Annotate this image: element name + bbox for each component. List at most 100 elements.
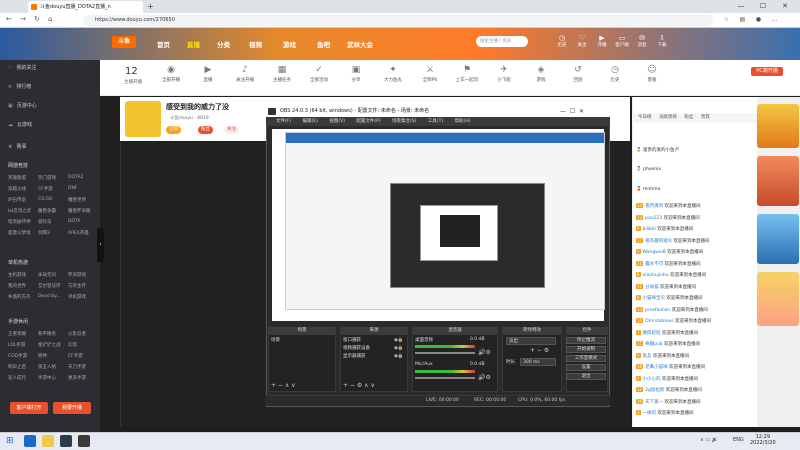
sidebar-item-rank[interactable]: ≡ 排行榜 xyxy=(8,83,31,90)
history-icon[interactable]: ◷ 历史 xyxy=(553,34,571,48)
volume-slider[interactable] xyxy=(415,377,475,379)
chat-username[interactable]: 小猫咪宝贝 xyxy=(643,296,666,301)
sidebar-category-link[interactable]: LOL手游 xyxy=(8,342,25,348)
chat-username[interactable]: 夜月清风 xyxy=(645,204,663,209)
sidebar-category-link[interactable]: 火影忍者 xyxy=(68,331,86,337)
menu-icon[interactable]: … xyxy=(770,16,779,25)
url-input[interactable]: https://www.douyu.com/270650 xyxy=(83,15,713,26)
category-item[interactable]: ▶ 直播 xyxy=(192,63,224,83)
browser-tab[interactable]: 斗鱼douyu直播_DOTA2直播_n xyxy=(28,1,143,13)
nav-category[interactable]: 分类 xyxy=(217,39,230,49)
sidebar-category-link[interactable]: 金铲铲之战 xyxy=(38,342,61,348)
chat-username[interactable]: bilibili xyxy=(643,227,656,232)
sidebar-category-link[interactable]: 怀旧游戏 xyxy=(68,272,86,278)
category-item[interactable]: ✓ 全部活动 xyxy=(303,63,335,83)
category-item[interactable]: ↺ 回放 xyxy=(562,63,594,83)
scene-controls[interactable]: + − ∧ ∨ xyxy=(271,382,296,389)
chat-username[interactable]: xiaohujinhu xyxy=(643,273,669,278)
sidebar-category-link[interactable]: 魔兽怀旧服 xyxy=(68,208,91,214)
obs-taskbar-icon[interactable] xyxy=(60,435,72,447)
chat-username[interactable]: 分局猫 xyxy=(645,285,659,290)
subscribe-badge[interactable]: 订阅 xyxy=(166,126,181,134)
sidebar-item-webgame[interactable]: ▣ 页游中心 xyxy=(8,102,37,109)
nav-video[interactable]: 视频 xyxy=(249,39,262,49)
ad-banner[interactable] xyxy=(757,214,799,264)
speaker-icon[interactable]: 🔊⚙ xyxy=(478,349,491,356)
tab-today-rank[interactable]: 今日榜 xyxy=(638,115,652,120)
nav-games[interactable]: 游戏 xyxy=(283,39,296,49)
source-controls[interactable]: + − ⚙ ∧ ∨ xyxy=(343,382,375,389)
sidebar-category-link[interactable]: COD手游 xyxy=(8,353,27,359)
category-item[interactable]: ▣ 分享 xyxy=(340,63,372,83)
start-live-button[interactable]: 我要开播 xyxy=(53,402,91,414)
obs-menu-scenes[interactable]: 场景集合(S) xyxy=(392,119,416,124)
category-item[interactable]: ♪ 关注开播 xyxy=(229,63,261,83)
chat-username[interactable]: 一样的 xyxy=(643,411,657,416)
category-item[interactable]: ⚔ 全网PK xyxy=(414,63,446,83)
transition-controls[interactable]: + − ⚙ xyxy=(530,347,549,354)
start-recording-button[interactable]: 开始录制 xyxy=(566,346,606,353)
chat-username[interactable]: 很有趣的观众 xyxy=(645,239,672,244)
source-visibility-icons[interactable]: ◉🔒 ◉🔒 ◉🔒 xyxy=(394,337,404,361)
follow-badge[interactable]: 关注 xyxy=(224,126,239,134)
pc-live-button[interactable]: PC端开播 xyxy=(751,67,783,76)
scene-item[interactable]: 场景 xyxy=(271,337,280,343)
sidebar-category-link[interactable]: 炉石传说 xyxy=(8,197,26,203)
maximize-button[interactable]: ☐ xyxy=(752,0,774,13)
favorites-icon[interactable]: ☆ xyxy=(722,16,731,25)
chat-username[interactable]: 奇趣pub xyxy=(645,342,663,347)
chat-username[interactable]: pan123 xyxy=(645,216,662,221)
search-input[interactable]: 搜索主播 / 房间 xyxy=(476,36,528,47)
source-item[interactable]: 窗口捕获 xyxy=(343,337,361,343)
explorer-icon[interactable] xyxy=(42,435,54,447)
sidebar-category-link[interactable]: lol云顶之弈 xyxy=(8,208,31,214)
nav-live[interactable]: 直播 xyxy=(187,39,200,49)
ad-banner[interactable] xyxy=(757,104,799,148)
obs-menu-profile[interactable]: 配置文件(P) xyxy=(356,119,380,124)
sidebar-category-link[interactable]: 单机游戏 xyxy=(68,294,86,300)
sidebar-collapse-handle[interactable]: ‹ xyxy=(97,228,104,262)
sidebar-category-link[interactable]: APEX英雄 xyxy=(68,230,89,236)
client-icon[interactable]: ▭ 客户端 xyxy=(613,34,631,48)
obs-menu-help[interactable]: 帮助(H) xyxy=(455,119,471,124)
chat-username[interactable]: 2g加拉斯 xyxy=(645,388,664,393)
sidebar-item-follow[interactable]: ♡ 我的关注 xyxy=(8,64,37,71)
sidebar-item-cloudgame[interactable]: ☁ 云游戏 xyxy=(8,121,32,128)
profile-icon[interactable]: ● xyxy=(754,16,763,25)
taskbar-clock[interactable]: 12:29 2022/3/20 xyxy=(750,434,776,446)
sidebar-category-link[interactable]: 穿越火线 xyxy=(8,186,26,192)
sidebar-category-link[interactable]: 主机游戏 xyxy=(8,272,26,278)
sidebar-item-esports[interactable]: ♛ 赛事 xyxy=(8,143,27,150)
chat-username[interactable]: 微风轻轻 xyxy=(643,331,661,336)
client-open-button[interactable]: 客户端打开 xyxy=(10,402,48,414)
ad-banner[interactable] xyxy=(757,272,799,326)
stop-stream-button[interactable]: 停止推流 xyxy=(566,337,606,344)
back-icon[interactable]: ← xyxy=(6,15,12,23)
app-taskbar-icon[interactable] xyxy=(78,435,90,447)
forward-icon[interactable]: → xyxy=(20,15,26,23)
category-item[interactable]: ✦ 大力鱼丸 xyxy=(377,63,409,83)
sidebar-category-link[interactable]: 超激斗梦境 xyxy=(8,230,31,236)
sidebar-category-link[interactable]: 艾尔登法环 xyxy=(38,283,61,289)
obs-menu-view[interactable]: 视图(V) xyxy=(329,119,345,124)
chat-username[interactable]: 露水不可 xyxy=(645,262,663,267)
sidebar-category-link[interactable]: 手游中心 xyxy=(38,375,56,381)
sidebar-category-link[interactable]: 方舟生存 xyxy=(68,283,86,289)
start-live-icon[interactable]: ▶ 开播 xyxy=(593,34,611,48)
sidebar-category-link[interactable]: 幻塔 xyxy=(68,342,77,348)
chat-username[interactable]: 小小心的 xyxy=(643,377,661,382)
chat-username[interactable]: Omndoblues xyxy=(645,319,673,324)
sidebar-category-link[interactable]: 天刀手游 xyxy=(68,364,86,370)
category-item[interactable]: ⚑ 上车一起玩 xyxy=(451,63,483,83)
obs-window-controls[interactable]: — ☐ ✕ xyxy=(560,106,584,117)
douyu-logo[interactable]: 斗鱼 xyxy=(112,36,136,48)
message-icon[interactable]: ✉ 消息 xyxy=(633,34,651,48)
start-icon[interactable]: ⊞ xyxy=(6,436,14,446)
sidebar-category-link[interactable]: CF手游 xyxy=(38,186,53,192)
exit-button[interactable]: 退出 xyxy=(566,373,606,380)
sidebar-category-link[interactable]: 双人成行 xyxy=(8,375,26,381)
sidebar-category-link[interactable]: DOTA xyxy=(68,219,81,224)
tab-vip[interactable]: 贵宾 xyxy=(701,115,710,120)
sidebar-category-link[interactable]: 和平精英 xyxy=(38,331,56,337)
chat-username[interactable]: proxfanlian xyxy=(645,308,670,313)
